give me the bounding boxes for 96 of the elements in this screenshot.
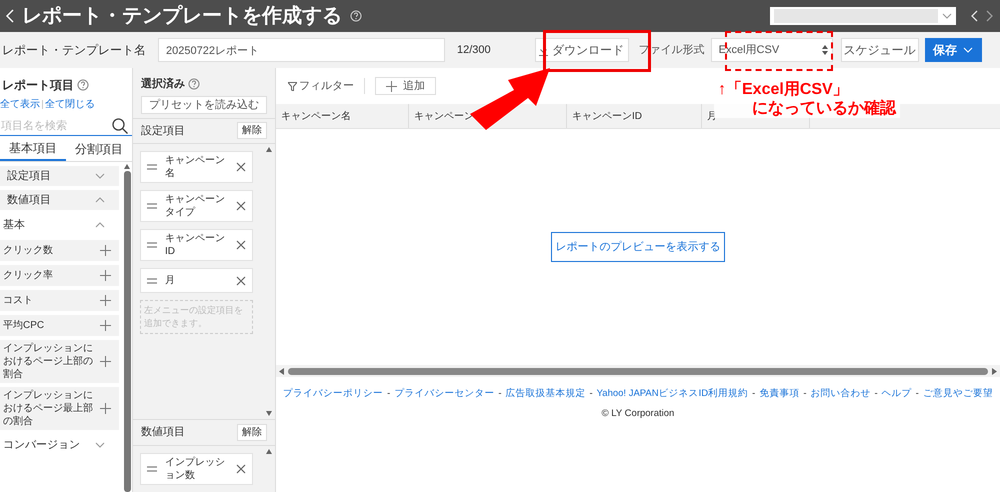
help-icon — [188, 78, 200, 90]
selected-chip[interactable]: キャンペーン名 — [140, 151, 253, 184]
section-heading: レポート項目 — [2, 77, 74, 94]
selected-chip[interactable]: 月 — [140, 268, 253, 294]
scrollbar[interactable] — [122, 162, 132, 492]
footer-link[interactable]: 免責事項 — [759, 387, 800, 402]
close-icon — [236, 240, 246, 250]
separator: - — [387, 387, 390, 401]
list-item[interactable]: クリック率 — [0, 265, 119, 286]
separator: - — [590, 387, 593, 401]
drag-handle-icon — [147, 242, 157, 248]
footer-link[interactable]: Yahoo! JAPANビジネスID利用規約 — [596, 387, 748, 402]
close-all-link[interactable]: 全て閉じる — [45, 97, 95, 112]
footer-link[interactable]: プライバシーポリシー — [283, 387, 384, 402]
plus-icon — [100, 245, 111, 256]
close-icon — [236, 276, 246, 286]
next-icon — [986, 10, 994, 22]
group-row[interactable]: 基本 — [0, 214, 119, 236]
show-all-link[interactable]: 全て表示 — [0, 97, 40, 112]
section-heading: 選択済み — [141, 76, 185, 92]
selected-chip[interactable]: キャンペーンID — [140, 229, 253, 262]
copyright: © LY Corporation — [600, 407, 676, 422]
separator: - — [498, 387, 502, 401]
filter-icon — [288, 82, 297, 90]
scroll-up-icon — [124, 164, 130, 169]
search-field[interactable]: 項目名を検索 — [0, 116, 112, 135]
name-field[interactable]: 20250722レポート — [158, 38, 445, 62]
plus-icon — [386, 80, 397, 92]
help-icon — [77, 79, 89, 91]
previous-icon — [970, 10, 978, 22]
field-label: ファイル形式 — [638, 42, 705, 58]
help-icon — [350, 10, 362, 22]
drag-handle-icon — [147, 278, 157, 284]
add-button[interactable]: 追加 — [375, 77, 436, 95]
plus-icon — [100, 295, 111, 306]
page-title: レポート・テンプレートを作成する — [22, 4, 342, 29]
search-icon — [112, 118, 128, 134]
column-header: キャンペーン名 — [276, 104, 409, 128]
download-button[interactable]: ダウンロード — [534, 38, 629, 62]
plus-icon — [100, 356, 111, 367]
selected-chip[interactable]: キャンペーンタイプ — [140, 190, 253, 222]
annotation-note: ↑「Excel用CSV」 になっているか確認 — [714, 80, 900, 118]
drag-handle-icon — [147, 466, 157, 472]
scrollbar[interactable] — [263, 446, 275, 492]
preset-button[interactable]: プリセットを読み込む — [141, 96, 267, 114]
chevron-down-icon — [942, 13, 952, 19]
schedule-button[interactable]: スケジュール — [840, 38, 919, 62]
list-item[interactable]: コスト — [0, 290, 119, 311]
footer-link[interactable]: ご意見やご要望 — [922, 387, 993, 402]
list-item[interactable]: インプレッションにおけるページ最上部の割合 — [0, 387, 119, 430]
column-header: キャンペーンID — [567, 104, 702, 128]
preview-button[interactable]: レポートのプレビューを表示する — [551, 232, 725, 262]
scroll-left-icon — [279, 368, 284, 374]
clear-button[interactable]: 解除 — [237, 122, 267, 140]
back-icon — [6, 9, 14, 23]
tab[interactable]: 分割項目 — [66, 136, 132, 161]
save-button[interactable]: 保存 — [924, 38, 982, 62]
horizontal-scrollbar[interactable] — [276, 365, 1000, 377]
footer-link[interactable]: 広告取扱基本規定 — [506, 387, 586, 402]
drag-handle-icon — [147, 203, 157, 210]
chevron-down-icon — [963, 47, 974, 53]
footer-link[interactable]: お問い合わせ — [810, 387, 870, 402]
category-row[interactable]: 数値項目 — [0, 190, 119, 210]
close-icon — [236, 162, 246, 172]
plus-icon — [100, 320, 111, 331]
drag-handle-icon — [147, 164, 157, 170]
field-label: レポート・テンプレート名 — [2, 42, 147, 59]
selected-chip[interactable]: インプレッション数 — [140, 453, 253, 485]
separator: - — [916, 387, 919, 401]
character-count: 12/300 — [457, 42, 491, 58]
separator: - — [874, 387, 878, 401]
separator: - — [752, 387, 756, 401]
list-item[interactable]: 平均CPC — [0, 315, 119, 336]
separator: - — [803, 387, 806, 401]
close-icon — [236, 201, 246, 212]
sort-arrows-icon — [822, 45, 828, 55]
tab[interactable]: 基本項目 — [0, 136, 66, 161]
group-row[interactable]: コンバージョン — [0, 434, 119, 456]
section-heading: 数値項目 — [141, 425, 185, 440]
scroll-up-icon — [266, 449, 272, 454]
scroll-right-icon — [992, 368, 997, 374]
file-format-select[interactable]: Excel用CSV — [710, 38, 833, 62]
scrollbar[interactable] — [263, 144, 275, 420]
plus-icon — [100, 270, 111, 281]
scroll-down-icon — [266, 411, 272, 416]
section-heading: 設定項目 — [141, 124, 185, 139]
footer-link[interactable]: ヘルプ — [882, 387, 912, 402]
list-item[interactable]: クリック数 — [0, 240, 119, 261]
category-row[interactable]: 設定項目 — [0, 166, 119, 186]
plus-icon — [100, 403, 111, 414]
scroll-up-icon — [266, 147, 272, 152]
filter-button[interactable]: フィルター — [288, 78, 365, 94]
clear-button[interactable]: 解除 — [237, 424, 267, 442]
footer-link[interactable]: プライバシーセンター — [394, 387, 494, 402]
list-item[interactable]: インプレッションにおけるページ上部の割合 — [0, 340, 119, 383]
close-icon — [236, 464, 246, 474]
